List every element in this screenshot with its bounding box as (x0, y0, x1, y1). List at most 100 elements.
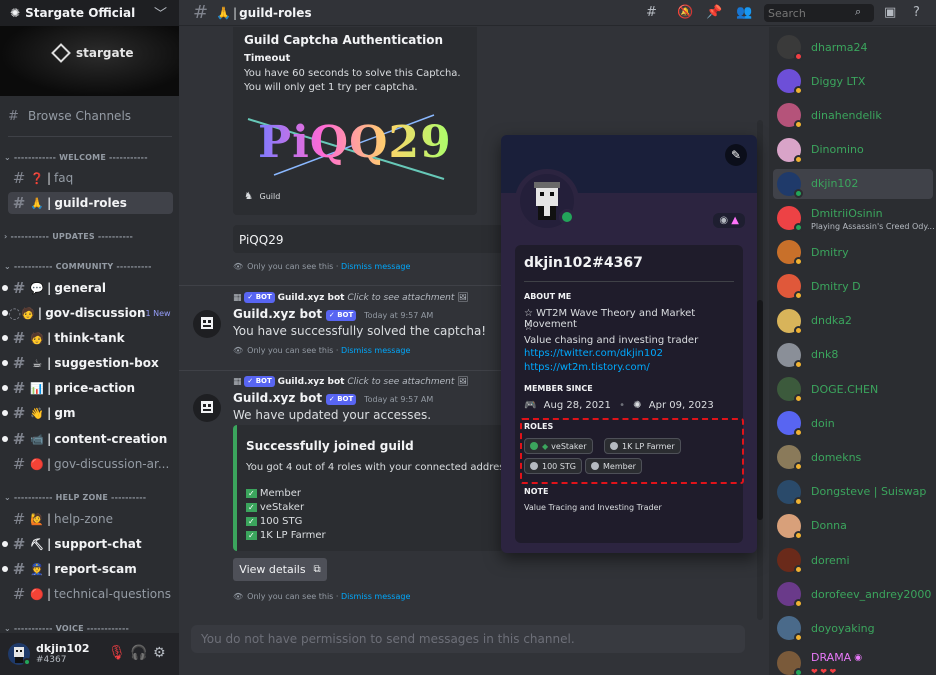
discord-since-date: Aug 28, 2021 (543, 400, 611, 411)
channel-suggestion-box[interactable]: # ☕ | suggestion-box (2, 352, 173, 374)
headphones-icon[interactable]: 🎧 (130, 645, 147, 661)
server-icon: ✺ (633, 400, 642, 411)
member-item[interactable]: Dmitry (773, 237, 933, 267)
avatar (777, 69, 803, 96)
blog-link[interactable]: https://wt2m.tistory.com/ (524, 362, 650, 373)
guild-bot-avatar-icon (201, 317, 213, 329)
channel-help-zone[interactable]: # 🙋 | help-zone (8, 508, 173, 530)
notification-muted-icon[interactable]: 🔕 (677, 5, 693, 20)
twitter-link[interactable]: https://twitter.com/dkjin102 (524, 348, 663, 359)
nitro-badge-icon[interactable]: ◉ (719, 215, 728, 226)
help-icon[interactable]: ? (913, 5, 920, 20)
category-help-zone[interactable]: ⌄ ----------- HELP ZONE ---------- (4, 493, 174, 507)
captcha-image[interactable]: PiQQ29 (244, 109, 460, 181)
member-item[interactable]: DRAMA ◉ ❤ ❤ ❤ (773, 648, 933, 675)
channel-faq[interactable]: # ❓ | faq (8, 167, 173, 189)
nitro-icon: ◉ (854, 652, 863, 663)
pin-icon[interactable]: 📌 (706, 5, 722, 20)
channel-support-chat[interactable]: # ⛏ | support-chat (2, 533, 173, 555)
separator: | (47, 196, 52, 210)
gear-icon[interactable]: ⚙ (153, 645, 166, 661)
channel-gov-discussion-archive[interactable]: # 🔴 | gov-discussion-ar... (8, 453, 173, 475)
hash-icon: # (12, 404, 26, 422)
status-icon (794, 325, 803, 335)
server-header[interactable]: ✺ Stargate Official ﹀ (0, 0, 179, 26)
author-name[interactable]: Guild.xyz bot (233, 307, 322, 321)
status-online-icon (559, 209, 575, 225)
author-name[interactable]: Guild.xyz bot (233, 391, 322, 405)
channel-technical-questions[interactable]: # 🔴 | technical-questions (8, 583, 173, 605)
category-updates[interactable]: › ----------- UPDATES ---------- (4, 232, 174, 246)
dismiss-link[interactable]: Dismiss message (341, 346, 410, 355)
member-item[interactable]: dharma24 (773, 32, 933, 62)
note-text[interactable]: Value Tracing and Investing Trader (524, 503, 662, 512)
note-heading: NOTE (524, 487, 549, 496)
unread-indicator (2, 436, 8, 442)
member-item[interactable]: doin (773, 408, 933, 438)
member-item[interactable]: Diggy LTX (773, 66, 933, 96)
reply-reference[interactable]: ▦ ✓ BOT Guild.xyz bot Click to see attac… (233, 376, 469, 387)
boost-badge-icon[interactable]: ▲ (731, 215, 739, 226)
member-item[interactable]: dndka2 (773, 306, 933, 336)
member-item[interactable]: dkjin102 (773, 168, 933, 199)
role-item: ✓ 1K LP Farmer (246, 529, 326, 543)
channel-general[interactable]: # 💬 | general (2, 277, 173, 299)
channel-think-tank[interactable]: # 🧑 | think-tank (2, 327, 173, 349)
role-name: 1K LP Farmer (259, 530, 326, 541)
check-icon: ✓ (246, 503, 257, 512)
member-item[interactable]: domekns (773, 442, 933, 472)
member-item[interactable]: doremi (773, 545, 933, 575)
channel-name: think-tank (54, 331, 125, 345)
pencil-icon[interactable]: ✎ (725, 144, 747, 166)
status-icon (794, 223, 803, 232)
status-icon (794, 565, 803, 574)
scrollbar-thumb[interactable] (757, 300, 763, 520)
channel-content-creation[interactable]: # 📹 | content-creation (2, 428, 173, 450)
view-details-button[interactable]: View details ⧉ (233, 558, 327, 581)
member-item[interactable]: dorofeev_andrey2000 (773, 579, 933, 609)
bot-badge: ✓ BOT (244, 292, 275, 303)
avatar (777, 377, 803, 403)
members-list-icon[interactable]: 👥 (736, 5, 752, 20)
role-list: ✓ Member ✓ veStaker ✓ 100 STG ✓ 1K LP Fa… (246, 487, 326, 543)
inbox-icon[interactable]: ▣ (884, 5, 896, 20)
hash-icon: # (12, 455, 26, 473)
guild-joined-embed: Successfully joined guild You got 4 out … (233, 425, 503, 551)
channel-price-action[interactable]: # 📊 | price-action (2, 377, 173, 399)
member-name: dnk8 (811, 348, 839, 362)
member-item[interactable]: Donna (773, 511, 933, 541)
category-welcome[interactable]: ⌄ ------------ WELCOME ----------- (4, 153, 174, 167)
channel-gm[interactable]: # 👋 | gm (2, 402, 173, 424)
member-item[interactable]: DmitriiOsinin Playing Assassin's Creed Od… (773, 203, 935, 233)
member-item[interactable]: Dmitry D (773, 271, 933, 301)
reply-reference[interactable]: ▦ ✓ BOT Guild.xyz bot Click to see attac… (233, 292, 469, 303)
member-item[interactable]: DOGE.CHEN (773, 374, 933, 404)
hash-icon: # (12, 169, 26, 187)
ephemeral-note: 👁 Only you can see this · Dismiss message (233, 592, 410, 601)
avatar[interactable] (193, 310, 221, 338)
avatar[interactable] (193, 394, 221, 422)
member-item[interactable]: dinahendelik (773, 100, 933, 130)
threads-icon[interactable]: # (646, 5, 657, 20)
member-name: dharma24 (811, 40, 868, 54)
captcha-answer-input[interactable]: PiQQ29 (233, 225, 503, 253)
member-item[interactable]: Dongsteve | Suiswap (773, 477, 933, 507)
embed-footer-label: Guild (259, 192, 281, 201)
browse-channels[interactable]: # Browse Channels (8, 106, 172, 126)
channel-gov-discussion[interactable]: ◌ 🧑 | gov-discussion 1 New (2, 302, 173, 324)
channel-guild-roles[interactable]: # 🙏 | guild-roles (8, 192, 173, 214)
member-item[interactable]: dnk8 (773, 340, 933, 370)
channel-report-scam[interactable]: # 👮 | report-scam (2, 558, 173, 580)
member-item[interactable]: doyoyaking (773, 613, 933, 643)
dismiss-link[interactable]: Dismiss message (341, 592, 410, 601)
profile-body: dkjin102#4367 ABOUT ME ☆ WT2M Wave Theor… (515, 245, 743, 543)
chevron-down-icon[interactable]: ﹀ (154, 3, 167, 22)
member-item[interactable]: Dinomino (773, 135, 933, 165)
hash-icon: # (12, 194, 26, 212)
avatar (777, 411, 803, 438)
role-item: ✓ veStaker (246, 501, 326, 515)
dismiss-link[interactable]: Dismiss message (341, 262, 410, 271)
status-icon (794, 359, 803, 369)
mic-muted-icon[interactable]: 🎙 (108, 645, 126, 661)
category-community[interactable]: ⌄ ----------- COMMUNITY ---------- (4, 262, 174, 276)
